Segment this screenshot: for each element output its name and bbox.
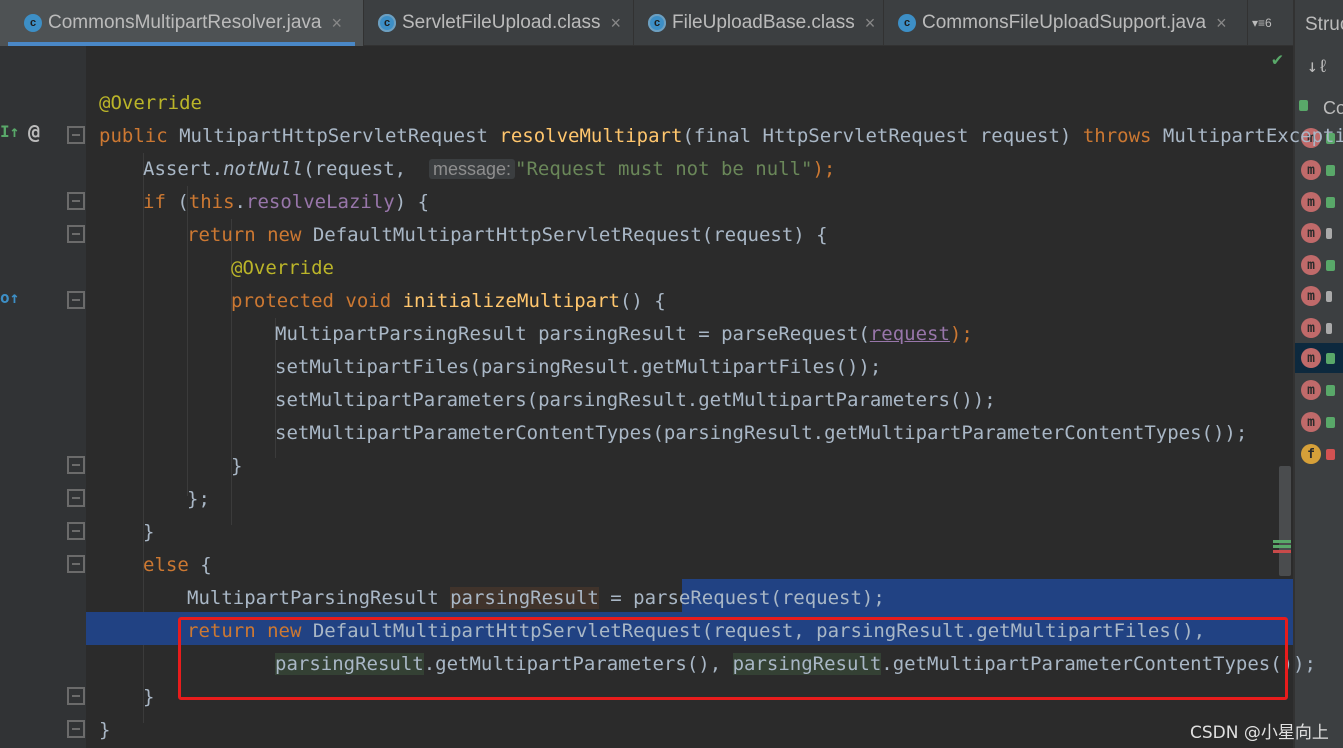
code-line: }; [187, 488, 210, 510]
code-line: Assert.notNull(request, message: "Request… [143, 158, 836, 180]
class-icon: c [898, 14, 916, 32]
fold-icon[interactable] [67, 687, 85, 705]
key-icon [1326, 228, 1332, 239]
overrides-method-icon[interactable]: o↑ [0, 288, 19, 307]
tab-commons-multipart-resolver[interactable]: c CommonsMultipartResolver.java × [0, 0, 364, 46]
chevron-down-icon: ▾≡ [1252, 16, 1266, 30]
check-icon: ✔ [1272, 49, 1283, 70]
code-line: protected void initializeMultipart() { [231, 290, 666, 312]
close-icon[interactable]: × [1216, 13, 1227, 34]
method-icon[interactable]: m [1301, 192, 1321, 212]
public-visibility-icon [1326, 353, 1335, 364]
method-icon[interactable]: m [1301, 286, 1321, 306]
fold-icon[interactable] [67, 126, 85, 144]
annotation-icon[interactable]: @ [28, 120, 40, 144]
field-icon[interactable]: f [1301, 444, 1321, 464]
tab-file-upload-base[interactable]: c FileUploadBase.class × [634, 0, 884, 46]
public-visibility-icon [1326, 165, 1335, 176]
method-icon[interactable]: m [1301, 380, 1321, 400]
editor-tab-bar: c CommonsMultipartResolver.java × c Serv… [0, 0, 1295, 46]
code-line: return new DefaultMultipartHttpServletRe… [187, 224, 828, 246]
parameter-hint: message: [429, 159, 516, 179]
public-visibility-icon [1326, 417, 1335, 428]
code-line: } [143, 521, 155, 543]
public-visibility-icon [1326, 197, 1335, 208]
error-stripe-marks[interactable] [1273, 540, 1291, 543]
compiled-class-icon: c [648, 14, 666, 32]
fold-icon[interactable] [67, 192, 85, 210]
close-icon[interactable]: × [865, 13, 876, 34]
tab-servlet-file-upload[interactable]: c ServletFileUpload.class × [364, 0, 634, 46]
fold-icon[interactable] [67, 456, 85, 474]
close-icon[interactable]: × [611, 13, 622, 34]
method-icon[interactable]: m [1301, 223, 1321, 243]
code-line: MultipartParsingResult parsingResult = p… [275, 323, 973, 345]
tab-label: ServletFileUpload.class [402, 12, 601, 33]
public-visibility-icon [1326, 260, 1335, 271]
compiled-class-icon: c [378, 14, 396, 32]
method-icon[interactable]: m [1301, 318, 1321, 338]
code-line: MultipartParsingResult parsingResult = p… [187, 587, 885, 609]
method-icon[interactable]: m [1301, 255, 1321, 275]
code-line: public MultipartHttpServletRequest resol… [99, 125, 1343, 147]
close-icon[interactable]: × [332, 13, 343, 34]
code-line: if (this.resolveLazily) { [143, 191, 430, 213]
structure-root-class[interactable]: Co [1323, 98, 1343, 119]
key-icon [1326, 291, 1332, 302]
editor-gutter: I↑ @ o↑ [0, 46, 86, 748]
method-icon[interactable]: m [1301, 412, 1321, 432]
code-line: @Override [231, 257, 334, 279]
method-icon[interactable]: m [1301, 348, 1321, 368]
sort-icon[interactable]: ↓ℓ [1307, 56, 1329, 78]
key-icon [1326, 323, 1332, 334]
class-icon: c [24, 14, 42, 32]
tab-label: CommonsFileUploadSupport.java [922, 12, 1207, 33]
code-line: } [99, 719, 111, 741]
watermark: CSDN @小星向上 [1190, 723, 1329, 743]
tab-label: CommonsMultipartResolver.java [48, 12, 322, 33]
fold-icon[interactable] [67, 555, 85, 573]
code-line: else { [143, 554, 212, 576]
code-line: setMultipartFiles(parsingResult.getMulti… [275, 356, 882, 378]
code-line: } [143, 686, 155, 708]
fold-icon[interactable] [67, 225, 85, 243]
implements-method-icon[interactable]: I↑ [0, 122, 19, 141]
tab-commons-file-upload-support[interactable]: c CommonsFileUploadSupport.java × [884, 0, 1248, 46]
scrollbar-thumb[interactable] [1279, 466, 1291, 576]
lock-icon [1326, 449, 1335, 460]
public-visibility-icon [1326, 385, 1335, 396]
public-visibility-icon [1299, 100, 1308, 111]
tab-overflow-button[interactable]: ▾≡ 6 [1252, 0, 1272, 46]
fold-icon[interactable] [67, 489, 85, 507]
method-icon[interactable]: m [1301, 160, 1321, 180]
code-line: setMultipartParameters(parsingResult.get… [275, 389, 996, 411]
structure-panel-title: Struc [1305, 14, 1343, 35]
code-line: @Override [99, 92, 202, 114]
tab-label: FileUploadBase.class [672, 12, 855, 33]
code-line: setMultipartParameterContentTypes(parsin… [275, 422, 1248, 444]
fold-icon[interactable] [67, 522, 85, 540]
fold-icon[interactable] [67, 720, 85, 738]
fold-icon[interactable] [67, 291, 85, 309]
structure-panel: Struc ↓ℓ Co m m m m m m m m m m f [1295, 0, 1343, 748]
code-line: } [231, 455, 243, 477]
tab-overflow-count: 6 [1265, 16, 1272, 30]
annotation-red-box [178, 617, 1288, 700]
